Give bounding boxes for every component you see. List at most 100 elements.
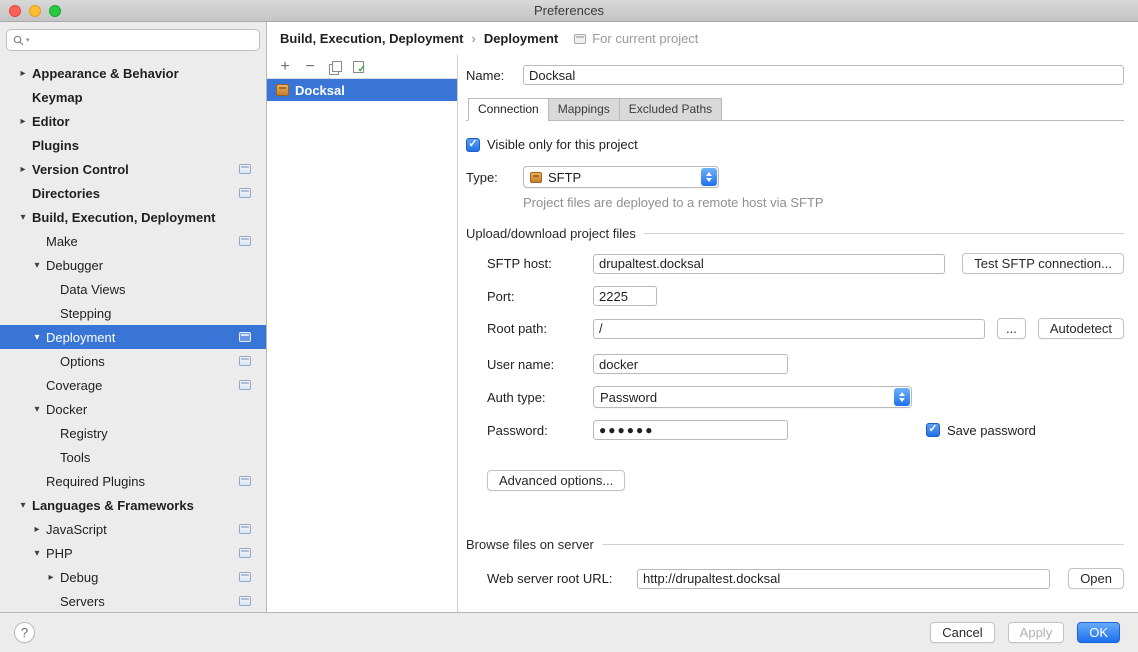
- sidebar-item-debugger[interactable]: ▾Debugger: [0, 253, 266, 277]
- auth-type-select[interactable]: Password: [593, 386, 912, 408]
- use-as-default-button[interactable]: [353, 61, 364, 73]
- sidebar-item-appearance-behavior[interactable]: ▸Appearance & Behavior: [0, 61, 266, 85]
- sidebar-item-keymap[interactable]: Keymap: [0, 85, 266, 109]
- sidebar-item-label: Plugins: [32, 138, 79, 153]
- chevron-right-icon[interactable]: ▸: [14, 68, 32, 79]
- search-field[interactable]: ▾: [6, 29, 260, 51]
- save-password-checkbox[interactable]: [926, 423, 940, 437]
- advanced-options-button[interactable]: Advanced options...: [487, 470, 625, 491]
- sidebar-item-label: Options: [60, 354, 105, 369]
- type-select[interactable]: SFTP: [523, 166, 719, 188]
- autodetect-button[interactable]: Autodetect: [1038, 318, 1124, 339]
- main-area: ▾ ▸Appearance & BehaviorKeymap▸EditorPlu…: [0, 22, 1138, 612]
- remove-server-button[interactable]: [303, 60, 317, 74]
- visible-only-label: Visible only for this project: [487, 137, 638, 152]
- sidebar-item-required-plugins[interactable]: Required Plugins: [0, 469, 266, 493]
- sidebar-item-debug[interactable]: ▸Debug: [0, 565, 266, 589]
- chevron-down-icon[interactable]: ▾: [14, 500, 32, 511]
- per-project-settings-icon: [239, 236, 251, 246]
- upload-section-label: Upload/download project files: [466, 226, 636, 241]
- open-button[interactable]: Open: [1068, 568, 1124, 589]
- sidebar-item-label: Docker: [46, 402, 87, 417]
- sidebar-item-label: Stepping: [60, 306, 111, 321]
- add-server-button[interactable]: [278, 60, 292, 74]
- sftp-host-input[interactable]: [593, 254, 945, 274]
- chevron-down-icon[interactable]: ▾: [28, 548, 46, 559]
- password-input[interactable]: [593, 420, 788, 440]
- root-path-input[interactable]: [593, 319, 985, 339]
- sidebar-item-label: Appearance & Behavior: [32, 66, 179, 81]
- footer-bar: ? Cancel Apply OK: [0, 612, 1138, 652]
- browse-section-header: Browse files on server: [466, 537, 1124, 552]
- tab-connection[interactable]: Connection: [468, 98, 549, 121]
- per-project-settings-icon: [239, 524, 251, 534]
- auth-type-select-value: Password: [600, 390, 657, 405]
- sidebar-item-coverage[interactable]: Coverage: [0, 373, 266, 397]
- server-list-item-docksal[interactable]: Docksal: [267, 79, 457, 101]
- sidebar-item-servers[interactable]: Servers: [0, 589, 266, 612]
- sidebar-item-directories[interactable]: Directories: [0, 181, 266, 205]
- sidebar-item-label: Data Views: [60, 282, 126, 297]
- chevron-down-icon[interactable]: ▾: [28, 260, 46, 271]
- user-name-row: User name:: [487, 354, 1124, 374]
- sidebar-item-label: Version Control: [32, 162, 129, 177]
- visible-only-row: Visible only for this project: [466, 137, 1124, 152]
- web-root-input[interactable]: [637, 569, 1050, 589]
- sidebar-item-make[interactable]: Make: [0, 229, 266, 253]
- port-label: Port:: [487, 289, 593, 304]
- breadcrumb-item-deployment[interactable]: Deployment: [484, 31, 558, 46]
- type-hint: Project files are deployed to a remote h…: [523, 195, 1124, 210]
- sidebar-item-plugins[interactable]: Plugins: [0, 133, 266, 157]
- apply-button[interactable]: Apply: [1008, 622, 1065, 643]
- sidebar-item-data-views[interactable]: Data Views: [0, 277, 266, 301]
- sftp-type-icon: [530, 172, 542, 183]
- tab-excluded-paths[interactable]: Excluded Paths: [619, 98, 722, 121]
- chevron-right-icon[interactable]: ▸: [28, 524, 46, 535]
- test-sftp-connection-button[interactable]: Test SFTP connection...: [962, 253, 1124, 274]
- sidebar-item-deployment[interactable]: ▾Deployment: [0, 325, 266, 349]
- chevron-right-icon[interactable]: ▸: [14, 164, 32, 175]
- search-options-chevron-icon[interactable]: ▾: [26, 36, 30, 44]
- type-select-value: SFTP: [548, 170, 581, 185]
- sidebar-item-docker[interactable]: ▾Docker: [0, 397, 266, 421]
- zoom-button[interactable]: [49, 5, 61, 17]
- chevron-right-icon[interactable]: ▸: [42, 572, 60, 583]
- sidebar-item-label: Servers: [60, 594, 105, 609]
- sidebar-item-label: Editor: [32, 114, 70, 129]
- sidebar-item-label: PHP: [46, 546, 73, 561]
- tab-mappings[interactable]: Mappings: [548, 98, 620, 121]
- help-button[interactable]: ?: [14, 622, 35, 643]
- browse-section-label: Browse files on server: [466, 537, 594, 552]
- copy-server-button[interactable]: [328, 60, 342, 74]
- name-input[interactable]: [523, 65, 1124, 85]
- sidebar-item-javascript[interactable]: ▸JavaScript: [0, 517, 266, 541]
- breadcrumb-item-build-execution-deployment[interactable]: Build, Execution, Deployment: [280, 31, 463, 46]
- sidebar-item-label: Keymap: [32, 90, 83, 105]
- chevron-down-icon[interactable]: ▾: [28, 332, 46, 343]
- sidebar-item-options[interactable]: Options: [0, 349, 266, 373]
- chevron-right-icon[interactable]: ▸: [14, 116, 32, 127]
- deployment-form: Name: Connection Mappings Excluded Paths…: [458, 55, 1138, 612]
- visible-only-checkbox[interactable]: [466, 138, 480, 152]
- sidebar-item-registry[interactable]: Registry: [0, 421, 266, 445]
- sidebar-item-editor[interactable]: ▸Editor: [0, 109, 266, 133]
- search-input[interactable]: [34, 33, 253, 47]
- port-input[interactable]: [593, 286, 657, 306]
- minimize-button[interactable]: [29, 5, 41, 17]
- user-name-input[interactable]: [593, 354, 788, 374]
- ok-button[interactable]: OK: [1077, 622, 1120, 643]
- sidebar-item-label: Directories: [32, 186, 100, 201]
- cancel-button[interactable]: Cancel: [930, 622, 994, 643]
- sidebar-item-tools[interactable]: Tools: [0, 445, 266, 469]
- sidebar-item-php[interactable]: ▾PHP: [0, 541, 266, 565]
- sidebar-item-version-control[interactable]: ▸Version Control: [0, 157, 266, 181]
- sidebar-item-languages-frameworks[interactable]: ▾Languages & Frameworks: [0, 493, 266, 517]
- chevron-down-icon[interactable]: ▾: [14, 212, 32, 223]
- sidebar-item-stepping[interactable]: Stepping: [0, 301, 266, 325]
- close-button[interactable]: [9, 5, 21, 17]
- password-row: Password: Save password: [487, 420, 1124, 440]
- browse-root-path-button[interactable]: ...: [997, 318, 1026, 339]
- sidebar-item-build-execution-deployment[interactable]: ▾Build, Execution, Deployment: [0, 205, 266, 229]
- web-root-label: Web server root URL:: [487, 571, 637, 586]
- chevron-down-icon[interactable]: ▾: [28, 404, 46, 415]
